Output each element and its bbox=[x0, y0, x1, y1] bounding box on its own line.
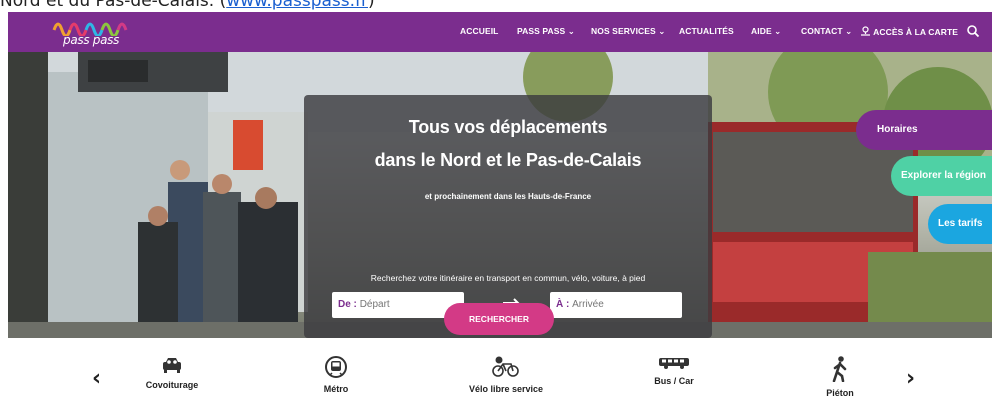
top-navigation-bar: pass pass ACCUEIL PASS PASS ⌄ NOS SERVIC… bbox=[8, 12, 992, 52]
search-prompt: Recherchez votre itinéraire en transport… bbox=[370, 273, 646, 283]
intro-suffix: ) bbox=[368, 0, 375, 11]
transport-modes-carousel: ‹ Covoiturage Métro Vélo libre service B… bbox=[0, 338, 992, 398]
hero-title-line2: dans le Nord et le Pas-de-Calais bbox=[374, 150, 642, 170]
hero-subtitle: et prochainement dans les Hauts-de-Franc… bbox=[424, 192, 592, 201]
mode-label-bus: Bus / Car bbox=[654, 376, 694, 386]
nav-map-access[interactable]: ACCÈS À LA CARTE bbox=[860, 26, 958, 37]
side-tab-tarifs[interactable]: Les tarifs bbox=[928, 204, 992, 244]
nav-accueil[interactable]: ACCUEIL bbox=[460, 26, 498, 36]
passpass-link[interactable]: www.passpass.fr bbox=[226, 0, 368, 11]
nav-contact[interactable]: CONTACT ⌄ bbox=[801, 26, 852, 37]
mode-label-bike-share: Vélo libre service bbox=[468, 384, 544, 394]
map-access-label: ACCÈS À LA CARTE bbox=[873, 27, 959, 37]
mode-label-carpool: Covoiturage bbox=[145, 380, 199, 390]
arrival-input[interactable] bbox=[572, 299, 653, 310]
mode-label-pedestrian: Piéton bbox=[826, 388, 854, 398]
hero-banner: Tous vos déplacements dans le Nord et le… bbox=[8, 52, 992, 338]
departure-label: De : bbox=[338, 299, 357, 310]
intro-prefix: Nord et du Pas-de-Calais. ( bbox=[0, 0, 227, 11]
bike-share-icon bbox=[492, 356, 519, 377]
nav-nos-services[interactable]: NOS SERVICES ⌄ bbox=[591, 26, 666, 37]
map-pin-icon bbox=[861, 26, 870, 36]
main-nav: ACCUEIL PASS PASS ⌄ NOS SERVICES ⌄ ACTUA… bbox=[8, 12, 992, 52]
carpool-icon bbox=[163, 358, 181, 373]
nav-pass-pass[interactable]: PASS PASS ⌄ bbox=[517, 26, 575, 37]
arrival-label: À : bbox=[556, 299, 570, 310]
nav-actualites[interactable]: ACTUALITÉS bbox=[679, 26, 734, 36]
arrival-field[interactable]: À : bbox=[550, 292, 682, 318]
mode-bus[interactable]: Bus / Car bbox=[614, 356, 734, 386]
pedestrian-icon bbox=[832, 356, 847, 382]
carousel-next-icon[interactable]: › bbox=[906, 368, 915, 390]
metro-icon bbox=[325, 356, 347, 378]
nav-aide[interactable]: AIDE ⌄ bbox=[751, 26, 781, 37]
mode-pedestrian[interactable]: Piéton bbox=[780, 356, 900, 398]
mode-carpool[interactable]: Covoiturage bbox=[112, 356, 232, 390]
intro-text: Nord et du Pas-de-Calais. (www.passpass.… bbox=[0, 0, 992, 11]
bus-icon bbox=[659, 358, 689, 369]
side-tab-explorer-region[interactable]: Explorer la région bbox=[891, 156, 992, 196]
side-tab-horaires[interactable]: Horaires bbox=[856, 110, 992, 150]
search-icon[interactable] bbox=[966, 24, 980, 38]
search-button[interactable]: RECHERCHER bbox=[444, 303, 554, 335]
mode-bike-share[interactable]: Vélo libre service bbox=[446, 356, 566, 394]
itinerary-search-panel: Tous vos déplacements dans le Nord et le… bbox=[304, 95, 712, 338]
hero-title-line1: Tous vos déplacements bbox=[408, 117, 608, 137]
carousel-prev-icon[interactable]: ‹ bbox=[92, 368, 101, 390]
departure-input[interactable] bbox=[359, 299, 440, 310]
mode-label-metro: Métro bbox=[323, 384, 349, 394]
mode-metro[interactable]: Métro bbox=[276, 356, 396, 394]
